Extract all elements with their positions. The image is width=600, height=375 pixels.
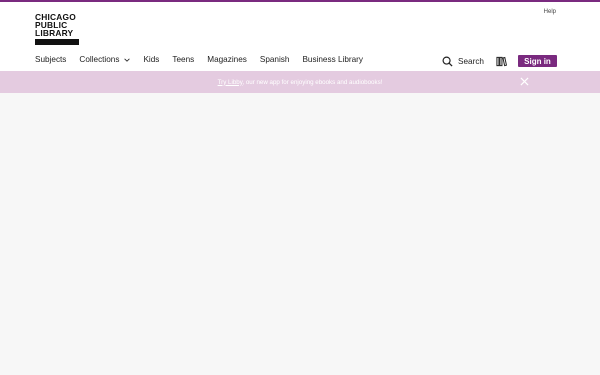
nav-item-label: Kids [143,55,160,64]
libby-banner: Try Libby, our new app for enjoying eboo… [0,71,600,93]
help-link[interactable]: Help [544,9,556,15]
search-label: Search [458,56,484,66]
sign-in-button[interactable]: Sign in [518,55,557,67]
nav-item-label: Business Library [302,55,363,64]
library-logo[interactable]: CHICAGO PUBLIC LIBRARY [35,13,79,45]
nav-item-label: Teens [172,55,195,64]
search-icon [442,56,453,67]
nav-item-subjects[interactable]: Subjects [35,55,66,64]
nav-item-teens[interactable]: Teens [172,55,194,64]
logo-text: CHICAGO PUBLIC LIBRARY [35,12,76,39]
try-libby-link[interactable]: Try Libby [218,79,243,86]
nav-item-label: Spanish [259,55,290,64]
search-button[interactable]: Search [442,56,484,67]
nav-item-collections[interactable]: Collections [79,55,131,64]
nav-item-magazines[interactable]: Magazines [207,55,247,64]
nav-item-label: Collections [79,55,120,64]
nav-item-kids[interactable]: Kids [143,55,159,64]
nav-item-business-library[interactable]: Business Library [302,55,363,64]
banner-text: , our new app for enjoying ebooks and au… [242,78,383,86]
nav-item-label: Subjects [35,55,67,64]
main-nav: Subjects Collections Kids Teens Magazine… [35,55,376,64]
bookshelf-button[interactable] [496,56,507,67]
close-icon[interactable] [520,77,529,86]
nav-item-spanish[interactable]: Spanish [260,55,290,64]
site-header: CHICAGO PUBLIC LIBRARY Help Subjects Col… [0,2,600,71]
logo-bar [35,38,79,45]
nav-item-label: Magazines [207,55,247,64]
header-tools: Search Sign in [442,55,557,67]
chevron-down-icon [124,58,131,62]
bookshelf-icon [496,56,507,66]
banner-message: Try Libby, our new app for enjoying eboo… [218,79,383,86]
main-content [0,93,600,375]
